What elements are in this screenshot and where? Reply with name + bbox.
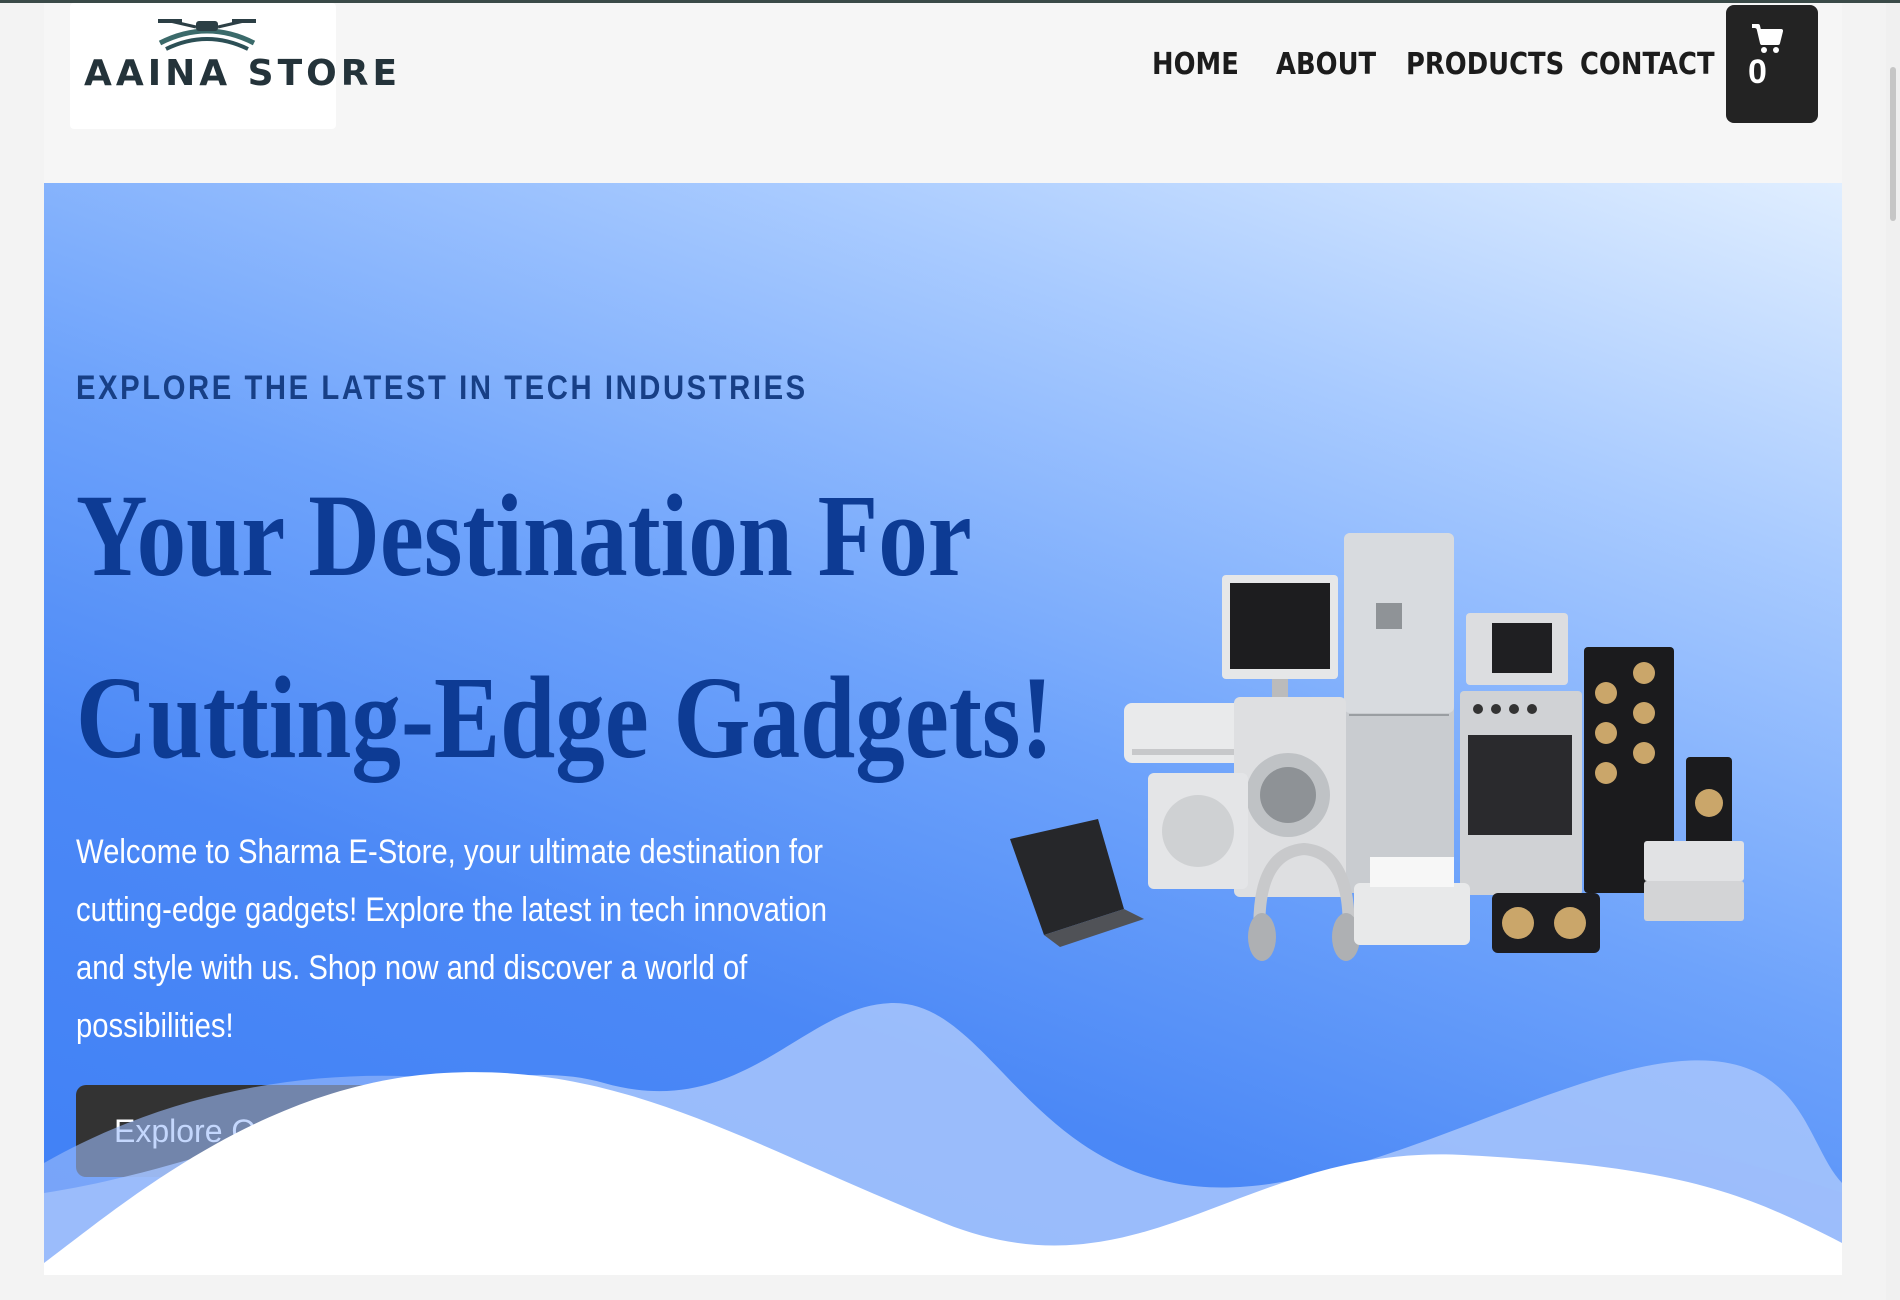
- hero-section: EXPLORE THE LATEST IN TECH INDUSTRIES Yo…: [44, 183, 1842, 1275]
- cart-icon: [1752, 24, 1783, 53]
- drone-logo-icon: [158, 19, 256, 51]
- scrollbar-thumb[interactable]: [1890, 67, 1896, 221]
- brand-logo[interactable]: AAINA STORE: [70, 3, 402, 129]
- nav-home-link[interactable]: HOME: [1152, 47, 1239, 82]
- brand-name: AAINA STORE: [84, 53, 402, 94]
- cart-button[interactable]: 0: [1726, 5, 1818, 123]
- cart-count: 0: [1748, 53, 1767, 91]
- nav-contact-link[interactable]: CONTACT: [1580, 47, 1715, 82]
- nav-products-link[interactable]: PRODUCTS: [1406, 47, 1564, 82]
- hero-wave-decoration: [44, 1003, 1842, 1275]
- site-header: AAINA STORE HOME ABOUT PRODUCTS CONTACT …: [44, 3, 1842, 183]
- page: AAINA STORE HOME ABOUT PRODUCTS CONTACT …: [44, 3, 1842, 1275]
- nav-about-link[interactable]: ABOUT: [1276, 47, 1376, 82]
- vertical-scrollbar[interactable]: [1886, 3, 1900, 1300]
- main-nav: HOME ABOUT PRODUCTS CONTACT: [1152, 47, 1738, 82]
